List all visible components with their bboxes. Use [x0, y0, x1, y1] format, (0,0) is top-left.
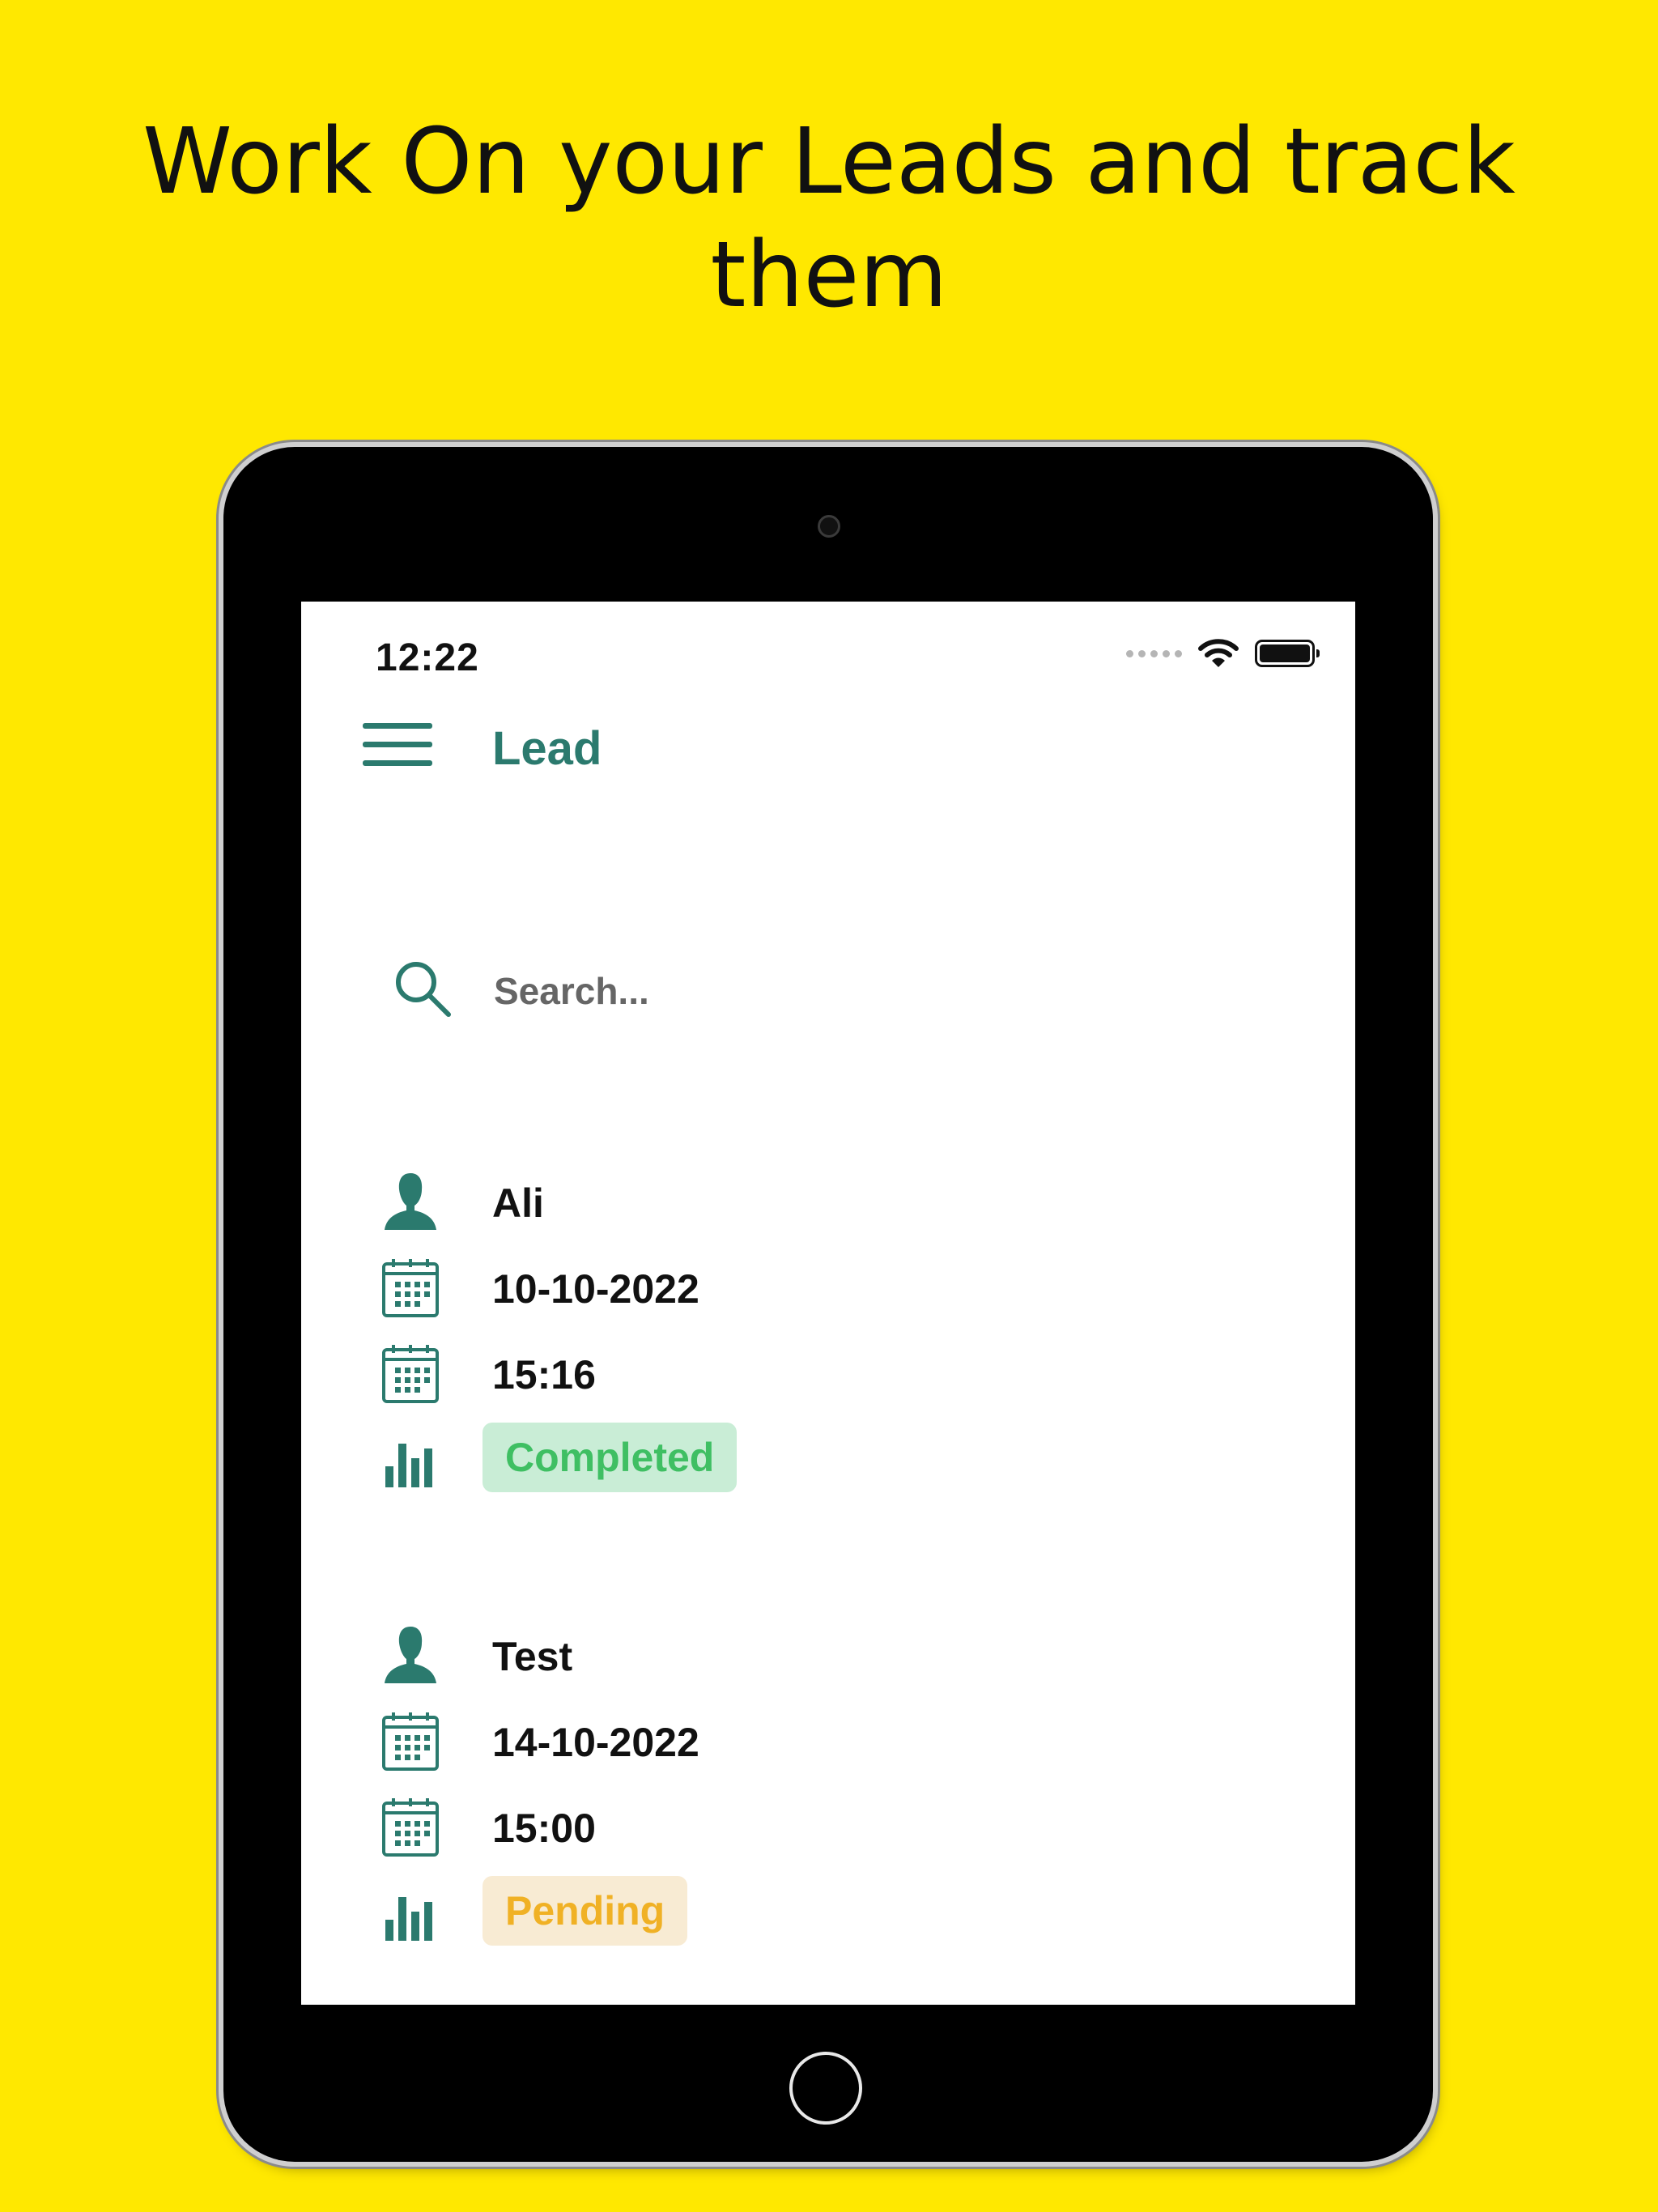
status-time: 12:22 [376, 636, 479, 679]
cellular-signal-icon [1126, 649, 1182, 657]
app-screen: 12:22 Lead Ali [301, 602, 1355, 2005]
lead-name: Ali [492, 1180, 544, 1226]
calendar-icon [382, 1712, 439, 1771]
wifi-icon [1198, 639, 1239, 667]
headline-line-2: them [710, 223, 948, 328]
lead-date-row: 10-10-2022 [301, 1256, 1192, 1321]
headline-line-1: Work On your Leads and track [142, 109, 1516, 215]
lead-status-row: Completed [301, 1423, 1192, 1494]
status-badge: Pending [483, 1876, 688, 1946]
lead-time: 15:16 [492, 1352, 596, 1397]
lead-name-row: Test [301, 1623, 1192, 1688]
lead-status-row: Pending [301, 1876, 1192, 1947]
home-button[interactable] [789, 2052, 862, 2125]
headline: Work On your Leads and track them [0, 105, 1658, 332]
front-camera [818, 515, 840, 538]
bar-chart-icon [385, 1444, 432, 1487]
battery-icon [1255, 640, 1320, 667]
calendar-icon [382, 1345, 439, 1403]
calendar-icon [382, 1798, 439, 1857]
lead-date: 14-10-2022 [492, 1720, 699, 1765]
bar-chart-icon [385, 1897, 432, 1941]
calendar-icon [382, 1259, 439, 1317]
tablet-device-frame: 12:22 Lead Ali [223, 447, 1433, 2162]
search-input[interactable] [492, 958, 1224, 1024]
lead-time: 15:00 [492, 1806, 596, 1851]
lead-name-row: Ali [301, 1170, 1192, 1235]
status-indicators [1126, 637, 1320, 670]
person-icon [385, 1173, 436, 1230]
status-badge: Completed [483, 1423, 738, 1492]
person-icon [385, 1627, 436, 1683]
hamburger-menu-icon[interactable] [363, 723, 432, 772]
lead-time-row: 15:16 [301, 1342, 1192, 1406]
search-icon [396, 962, 451, 1017]
lead-date-row: 14-10-2022 [301, 1709, 1192, 1774]
lead-time-row: 15:00 [301, 1795, 1192, 1860]
lead-name: Test [492, 1634, 573, 1679]
lead-date: 10-10-2022 [492, 1266, 699, 1312]
page-title: Lead [492, 722, 602, 775]
